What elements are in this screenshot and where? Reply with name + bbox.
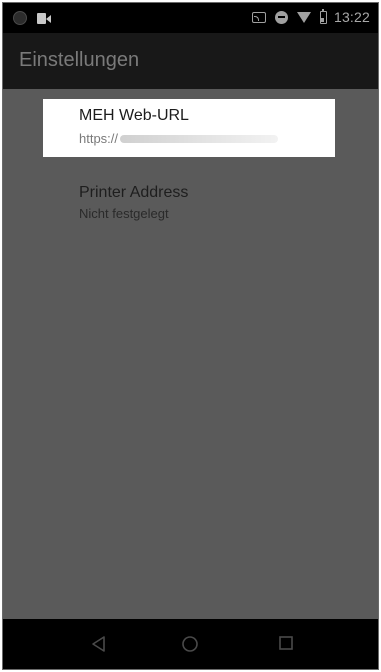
wifi-icon	[296, 11, 311, 23]
preference-summary: https://	[79, 131, 279, 146]
preference-item-web-url[interactable]: MEH Web-URL https://	[43, 99, 335, 157]
status-clock: 13:22	[333, 9, 370, 25]
recents-icon[interactable]	[278, 635, 296, 653]
navigation-bar	[3, 619, 378, 669]
page-title: Einstellungen	[19, 49, 140, 71]
cast-icon	[251, 11, 266, 23]
redacted-url-bar	[120, 134, 279, 143]
preference-summary: Nicht festgelegt	[79, 206, 169, 221]
preference-summary-text: https://	[79, 131, 119, 146]
back-icon[interactable]	[91, 635, 109, 653]
preference-title: Printer Address	[79, 184, 189, 201]
status-bar-right: 13:22	[251, 8, 370, 25]
battery-icon	[319, 8, 327, 24]
settings-list: MEH Web-URL https:// Printer Address Nic…	[3, 89, 378, 619]
home-icon[interactable]	[181, 635, 199, 653]
video-camera-icon	[37, 12, 51, 24]
preference-title: MEH Web-URL	[79, 107, 189, 124]
preference-item-printer-address[interactable]: Printer Address Nicht festgelegt	[79, 184, 188, 221]
notification-dot-icon	[13, 11, 27, 25]
phone-frame: 13:22 Einstellungen MEH Web-URL https://…	[2, 2, 379, 670]
do-not-disturb-icon	[274, 10, 288, 24]
status-bar-left	[13, 11, 51, 25]
status-bar: 13:22	[3, 3, 378, 33]
app-bar: Einstellungen	[3, 33, 378, 89]
